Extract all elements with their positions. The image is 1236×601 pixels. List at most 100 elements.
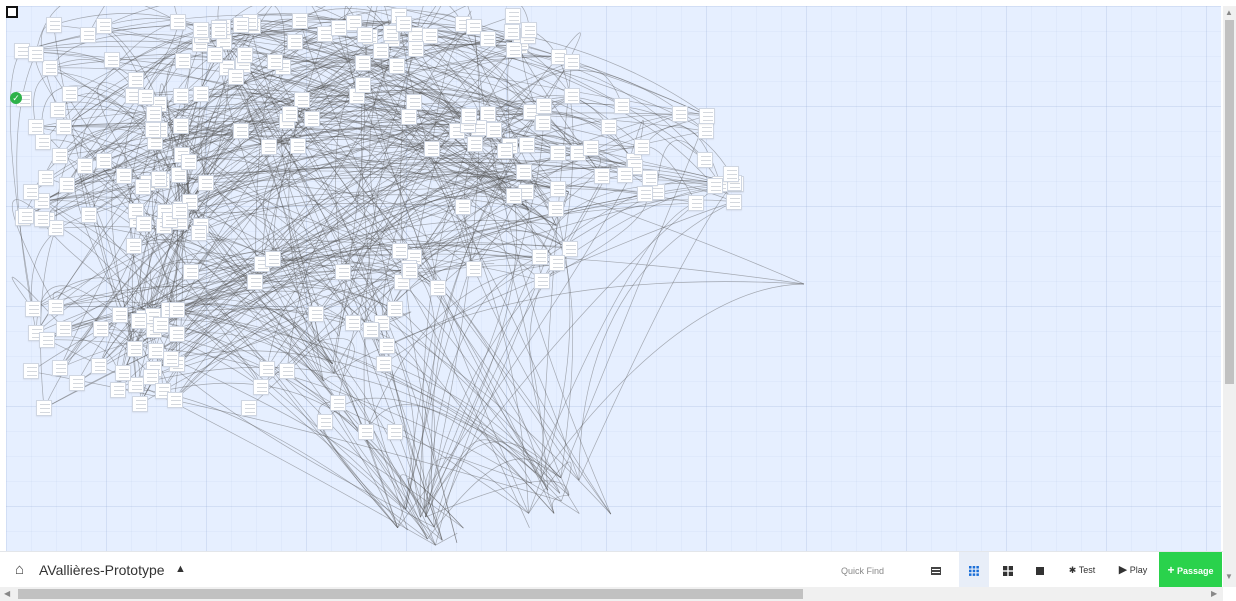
passage-card[interactable] bbox=[430, 280, 446, 296]
selected-passage-icon[interactable] bbox=[6, 6, 18, 18]
passage-card[interactable] bbox=[308, 306, 324, 322]
passage-card[interactable] bbox=[363, 322, 379, 338]
passage-card[interactable] bbox=[408, 41, 424, 57]
passage-card[interactable] bbox=[46, 17, 62, 33]
passage-card[interactable] bbox=[550, 181, 566, 197]
passage-card[interactable] bbox=[292, 13, 308, 29]
passage-card[interactable] bbox=[723, 166, 739, 182]
passage-card[interactable] bbox=[389, 58, 405, 74]
scroll-up-icon[interactable]: ▲ bbox=[1225, 8, 1233, 17]
passage-card[interactable] bbox=[287, 34, 303, 50]
passage-card[interactable] bbox=[401, 109, 417, 125]
passage-card[interactable] bbox=[191, 225, 207, 241]
passage-card[interactable] bbox=[424, 141, 440, 157]
passage-card[interactable] bbox=[167, 392, 183, 408]
passage-card[interactable] bbox=[153, 317, 169, 333]
passage-card[interactable] bbox=[564, 88, 580, 104]
passage-card[interactable] bbox=[56, 321, 72, 337]
passage-card[interactable] bbox=[614, 98, 630, 114]
passage-card[interactable] bbox=[173, 88, 189, 104]
passage-card[interactable] bbox=[519, 137, 535, 153]
story-map[interactable]: ✓ bbox=[6, 6, 1221, 551]
passage-card[interactable] bbox=[253, 379, 269, 395]
passage-card[interactable] bbox=[198, 175, 214, 191]
passage-card[interactable] bbox=[42, 60, 58, 76]
passage-card[interactable] bbox=[535, 115, 551, 131]
passage-card[interactable] bbox=[536, 98, 552, 114]
passage-card[interactable] bbox=[330, 395, 346, 411]
horizontal-scrollbar[interactable]: ◀ ▶ bbox=[0, 587, 1223, 601]
passage-card[interactable] bbox=[233, 123, 249, 139]
passage-card[interactable] bbox=[282, 106, 298, 122]
passage-card[interactable] bbox=[116, 168, 132, 184]
passage-card[interactable] bbox=[52, 148, 68, 164]
passage-card[interactable] bbox=[345, 315, 361, 331]
passage-card[interactable] bbox=[136, 216, 152, 232]
passage-card[interactable] bbox=[564, 54, 580, 70]
passage-card[interactable] bbox=[290, 138, 306, 154]
passage-card[interactable] bbox=[241, 400, 257, 416]
passage-card[interactable] bbox=[28, 119, 44, 135]
passage-card[interactable] bbox=[707, 178, 723, 194]
passage-card[interactable] bbox=[267, 54, 283, 70]
passage-card[interactable] bbox=[38, 170, 54, 186]
passage-card[interactable] bbox=[56, 119, 72, 135]
passage-card[interactable] bbox=[634, 139, 650, 155]
zoom-story-structure-button[interactable] bbox=[1028, 552, 1052, 588]
passage-card[interactable] bbox=[135, 179, 151, 195]
passage-card[interactable] bbox=[96, 18, 112, 34]
passage-card[interactable] bbox=[617, 167, 633, 183]
passage-card[interactable] bbox=[396, 16, 412, 32]
passage-card[interactable] bbox=[112, 307, 128, 323]
passage-card[interactable] bbox=[355, 55, 371, 71]
passage-card[interactable] bbox=[237, 47, 253, 63]
passage-card[interactable] bbox=[550, 145, 566, 161]
passage-card[interactable] bbox=[145, 122, 161, 138]
passage-card[interactable] bbox=[151, 171, 167, 187]
passage-card[interactable] bbox=[104, 52, 120, 68]
passage-card[interactable] bbox=[259, 361, 275, 377]
passage-card[interactable] bbox=[193, 22, 209, 38]
passage-card[interactable] bbox=[317, 414, 333, 430]
passage-card[interactable] bbox=[127, 341, 143, 357]
home-icon[interactable]: ⌂ bbox=[15, 561, 24, 578]
passage-card[interactable] bbox=[148, 343, 164, 359]
passage-card[interactable] bbox=[163, 351, 179, 367]
passage-card[interactable] bbox=[175, 53, 191, 69]
passage-card[interactable] bbox=[35, 134, 51, 150]
vertical-scroll-thumb[interactable] bbox=[1225, 20, 1234, 384]
passage-card[interactable] bbox=[355, 77, 371, 93]
passage-card[interactable] bbox=[25, 301, 41, 317]
passage-card[interactable] bbox=[207, 47, 223, 63]
passage-card[interactable] bbox=[138, 89, 154, 105]
passage-card[interactable] bbox=[455, 199, 471, 215]
passage-card[interactable] bbox=[59, 177, 75, 193]
passage-card[interactable] bbox=[228, 69, 244, 85]
passage-card[interactable] bbox=[642, 170, 658, 186]
passage-card[interactable] bbox=[23, 184, 39, 200]
passage-card[interactable] bbox=[39, 332, 55, 348]
passage-card[interactable] bbox=[261, 139, 277, 155]
passage-card[interactable] bbox=[81, 207, 97, 223]
passage-card[interactable] bbox=[637, 186, 653, 202]
passage-card[interactable] bbox=[387, 301, 403, 317]
passage-card[interactable] bbox=[387, 424, 403, 440]
passage-card[interactable] bbox=[50, 102, 66, 118]
passage-card[interactable] bbox=[688, 195, 704, 211]
passage-card[interactable] bbox=[304, 111, 320, 127]
passage-card[interactable] bbox=[601, 119, 617, 135]
passage-card[interactable] bbox=[548, 201, 564, 217]
passage-card[interactable] bbox=[34, 211, 50, 227]
passage-card[interactable] bbox=[406, 94, 422, 110]
passage-card[interactable] bbox=[549, 255, 565, 271]
passage-card[interactable] bbox=[521, 22, 537, 38]
passage-card[interactable] bbox=[594, 168, 610, 184]
passage-card[interactable] bbox=[93, 321, 109, 337]
passage-card[interactable] bbox=[505, 8, 521, 24]
passage-card[interactable] bbox=[358, 424, 374, 440]
passage-card[interactable] bbox=[335, 264, 351, 280]
passage-card[interactable] bbox=[672, 106, 688, 122]
passage-card[interactable] bbox=[516, 164, 532, 180]
zoom-passage-excerpts-button[interactable] bbox=[996, 552, 1020, 588]
passage-card[interactable] bbox=[146, 106, 162, 122]
